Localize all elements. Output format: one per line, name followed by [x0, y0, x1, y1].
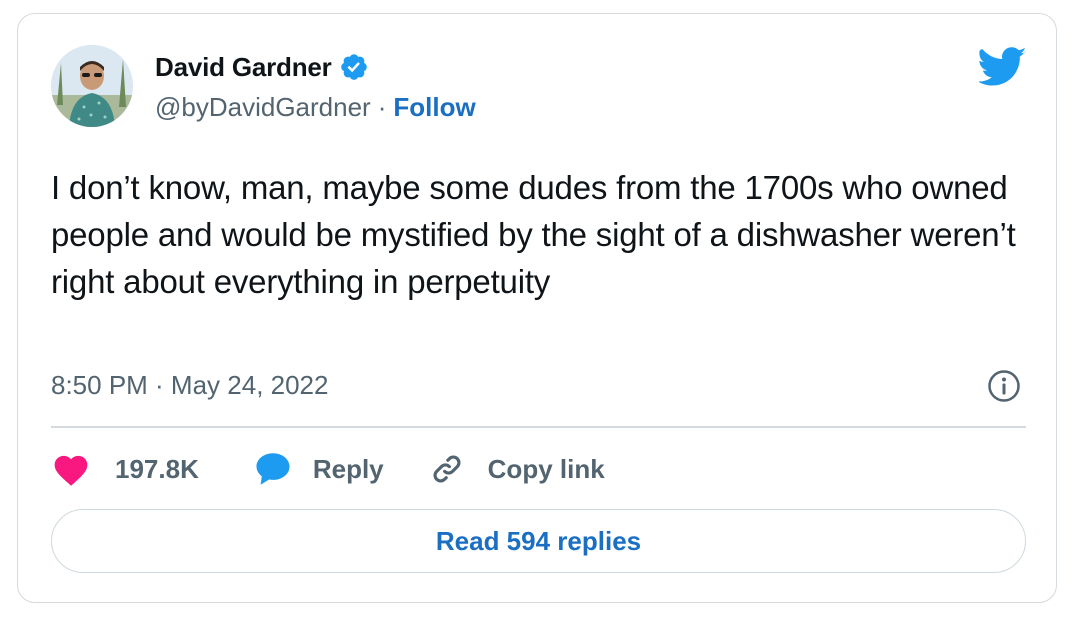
reply-bubble-icon	[253, 450, 293, 488]
link-icon	[428, 450, 466, 488]
read-replies-button[interactable]: Read 594 replies	[51, 509, 1026, 573]
info-icon[interactable]	[987, 369, 1021, 403]
author-display-name[interactable]: David Gardner	[155, 52, 332, 83]
read-replies-label: Read 594 replies	[435, 525, 642, 556]
like-button[interactable]: 197.8K	[51, 451, 199, 487]
heart-icon	[51, 451, 91, 487]
follow-button[interactable]: Follow	[393, 92, 475, 123]
copy-link-button[interactable]: Copy link	[428, 450, 605, 488]
tweet-text: I don’t know, man, maybe some dudes from…	[51, 169, 1016, 300]
divider	[51, 426, 1026, 428]
tweet-card: David Gardner @byDavidGardner · Follow I…	[17, 13, 1057, 603]
author-name-row: David Gardner	[155, 51, 369, 83]
like-count: 197.8K	[115, 453, 199, 484]
author-handle[interactable]: @byDavidGardner	[155, 92, 371, 123]
avatar[interactable]	[51, 45, 133, 127]
verified-badge-icon	[339, 52, 369, 82]
reply-label: Reply	[312, 453, 384, 484]
twitter-bird-icon[interactable]	[977, 47, 1027, 87]
separator-dot: ·	[377, 91, 387, 122]
author-handle-row: @byDavidGardner · Follow	[155, 91, 476, 123]
copy-link-label: Copy link	[487, 453, 605, 484]
avatar-image	[51, 45, 133, 127]
tweet-timestamp[interactable]: 8:50 PM · May 24, 2022	[51, 370, 328, 401]
reply-button[interactable]: Reply	[253, 450, 384, 488]
action-bar: 197.8K Reply Copy link	[51, 449, 605, 489]
